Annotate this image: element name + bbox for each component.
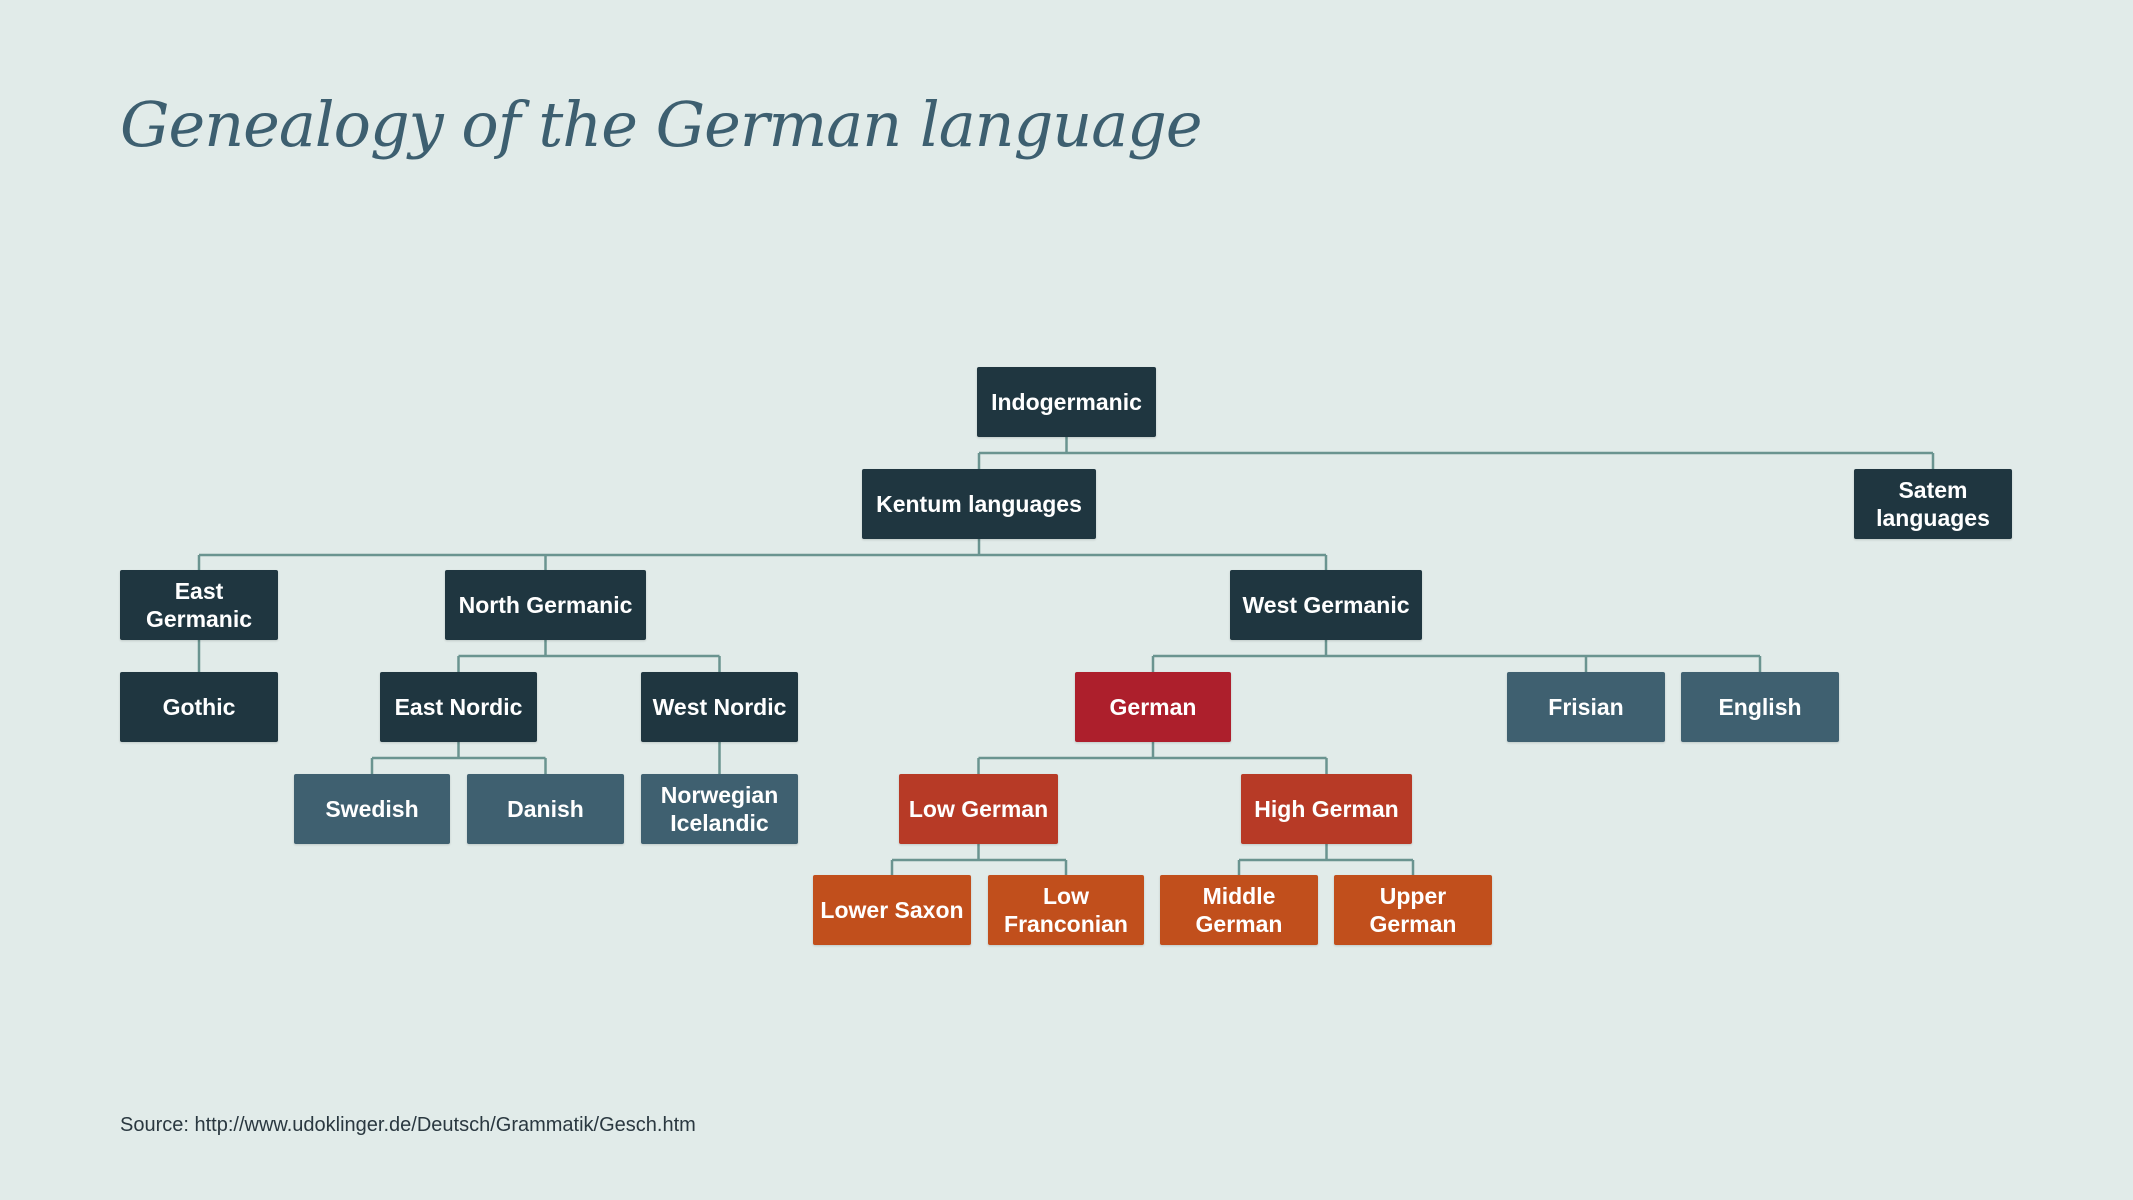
node-gothic: Gothic bbox=[120, 672, 278, 742]
node-norwegian-icelandic: Norwegian Icelandic bbox=[641, 774, 798, 844]
node-west-germanic: West Germanic bbox=[1230, 570, 1422, 640]
node-danish: Danish bbox=[467, 774, 624, 844]
node-english: English bbox=[1681, 672, 1839, 742]
node-german: German bbox=[1075, 672, 1231, 742]
connector-low_german bbox=[890, 844, 1068, 875]
node-middle-german: Middle German bbox=[1160, 875, 1318, 945]
node-satem-languages: Satem languages bbox=[1854, 469, 2012, 539]
node-swedish: Swedish bbox=[294, 774, 450, 844]
node-frisian: Frisian bbox=[1507, 672, 1665, 742]
node-lower-saxon: Lower Saxon bbox=[813, 875, 971, 945]
connector-indogermanic bbox=[977, 437, 1935, 469]
connector-north_germanic bbox=[457, 640, 721, 672]
tree-connectors bbox=[197, 437, 1935, 875]
node-upper-german: Upper German bbox=[1334, 875, 1492, 945]
connector-high_german bbox=[1237, 844, 1415, 875]
node-low-german: Low German bbox=[899, 774, 1058, 844]
node-north-germanic: North Germanic bbox=[445, 570, 646, 640]
node-high-german: High German bbox=[1241, 774, 1412, 844]
connector-german bbox=[977, 742, 1328, 774]
node-low-franconian: Low Franconian bbox=[988, 875, 1144, 945]
node-east-germanic: East Germanic bbox=[120, 570, 278, 640]
connector-west_germanic bbox=[1151, 640, 1762, 672]
connector-kentum bbox=[197, 539, 1328, 570]
source-citation: Source: http://www.udoklinger.de/Deutsch… bbox=[120, 1114, 696, 1136]
node-kentum-languages: Kentum languages bbox=[862, 469, 1096, 539]
node-indogermanic: Indogermanic bbox=[977, 367, 1156, 437]
node-east-nordic: East Nordic bbox=[380, 672, 537, 742]
connector-east_nordic bbox=[370, 742, 547, 774]
node-west-nordic: West Nordic bbox=[641, 672, 798, 742]
